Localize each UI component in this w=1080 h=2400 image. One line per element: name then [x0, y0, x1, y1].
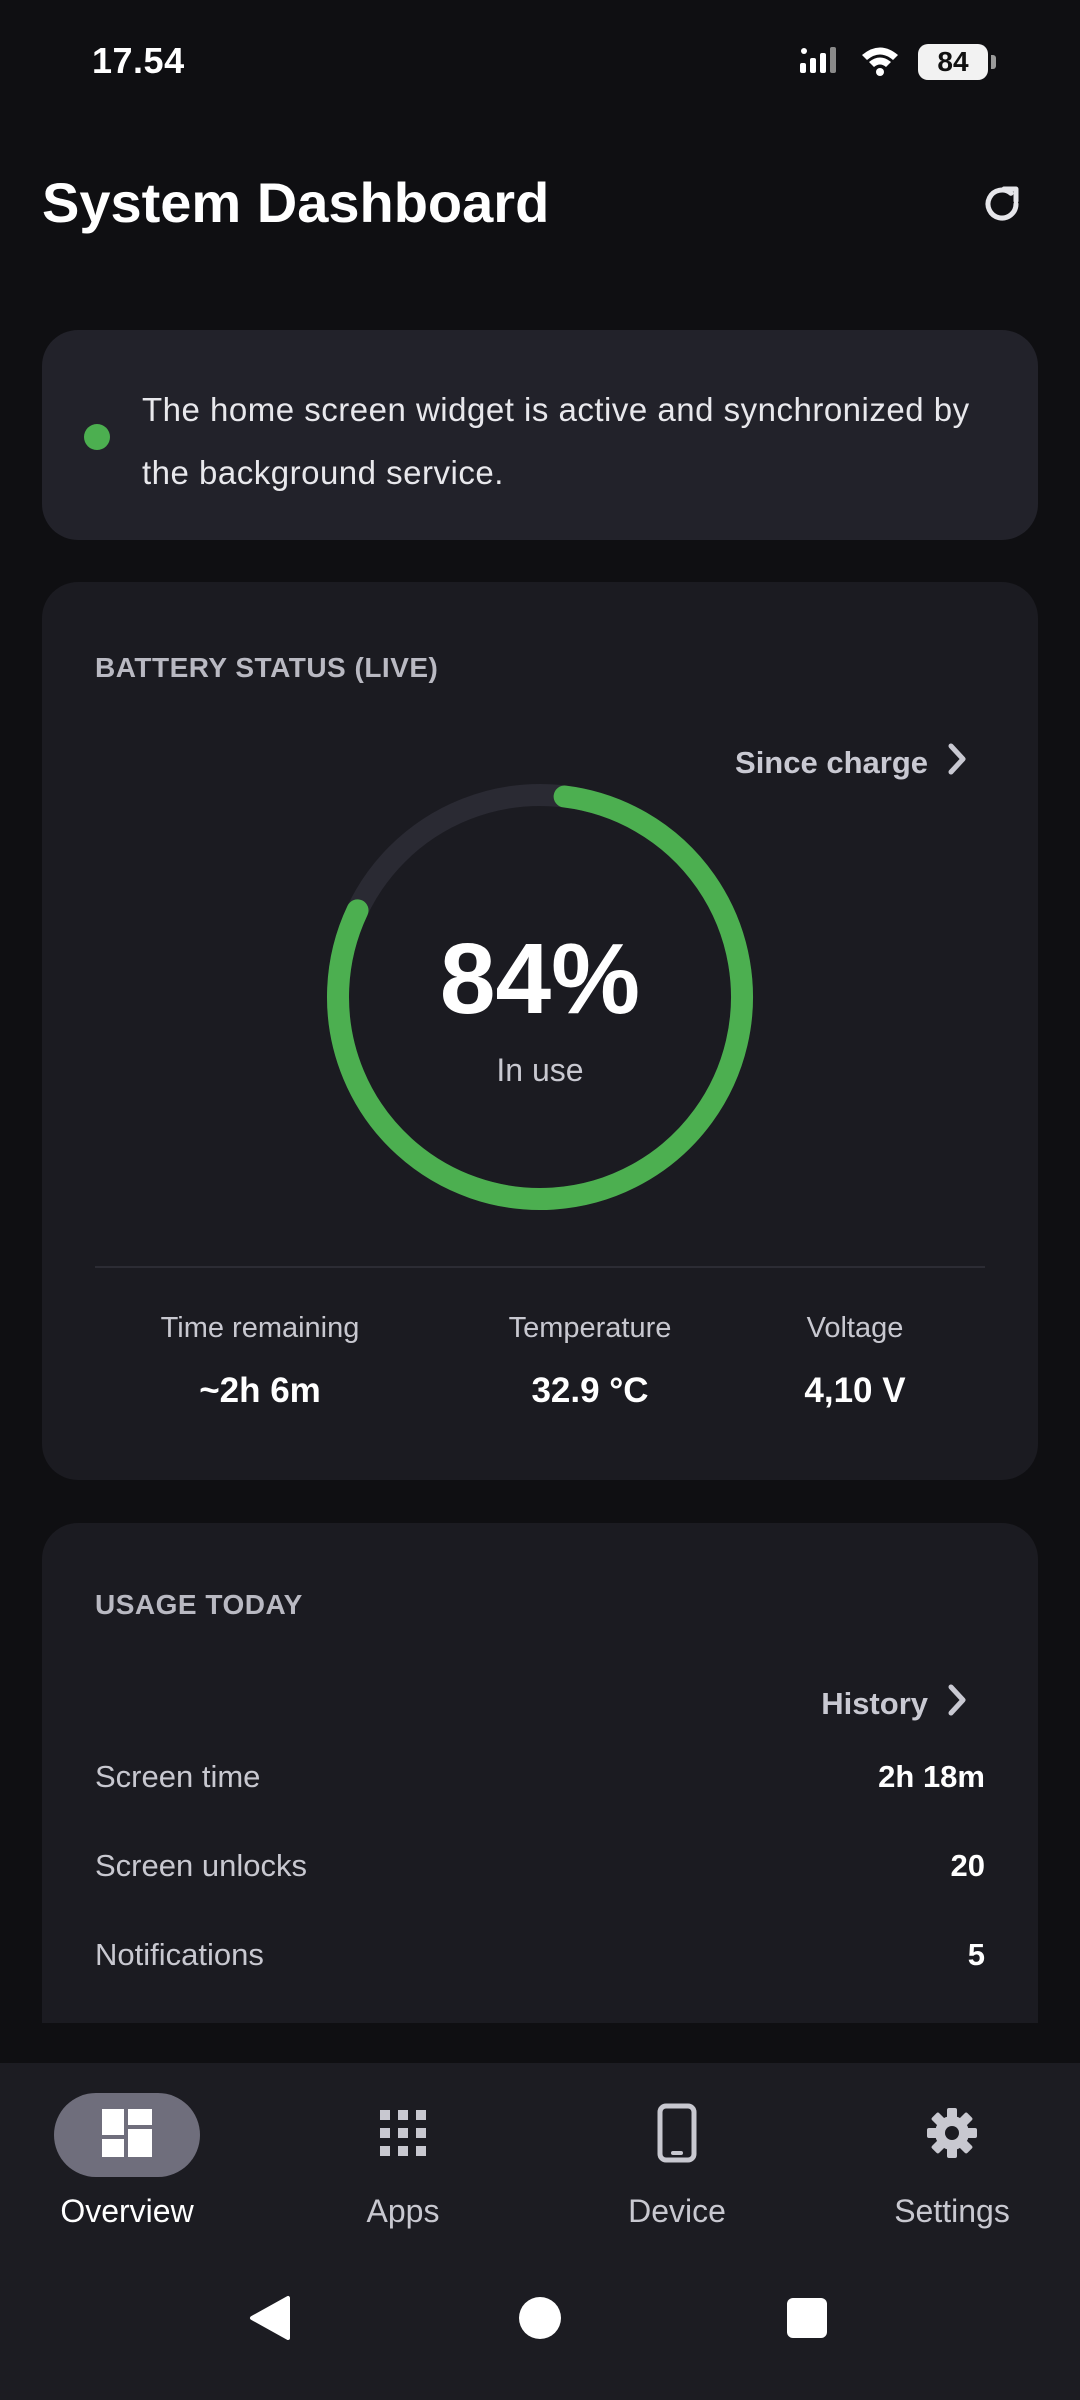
stat-value: 32.9 °C — [531, 1371, 649, 1410]
refresh-icon — [978, 180, 1026, 233]
widget-status-card: The home screen widget is active and syn… — [42, 330, 1038, 540]
battery-section-title: BATTERY STATUS (LIVE) — [95, 652, 439, 683]
phone-icon — [657, 2103, 697, 2168]
status-bar: 17.54 84 — [0, 0, 1080, 120]
stat-value: 4,10 V — [804, 1371, 906, 1410]
battery-percent: 84% — [439, 923, 641, 1035]
usage-value: 2h 18m — [878, 1759, 985, 1794]
usage-label: Screen time — [95, 1759, 261, 1794]
status-icons: 84 — [800, 42, 996, 82]
gear-icon — [925, 2106, 979, 2165]
system-home-button[interactable] — [500, 2280, 580, 2360]
screen: 17.54 84 System Dashboard The home scree… — [0, 0, 1080, 2400]
battery-state: In use — [496, 1052, 584, 1088]
usage-row-notifications: Notifications 5 — [95, 1937, 985, 1973]
nav-item-apps[interactable]: Apps — [303, 2093, 503, 2230]
nav-icon-wrap — [604, 2093, 750, 2177]
dashboard-icon — [102, 2108, 152, 2162]
history-link[interactable]: History — [821, 1683, 968, 1725]
recents-icon — [786, 2297, 828, 2344]
nav-label: Overview — [60, 2193, 194, 2229]
usage-label: Notifications — [95, 1937, 264, 1972]
signal-icon — [800, 45, 842, 80]
status-time: 17.54 — [92, 40, 185, 81]
stat-label: Voltage — [806, 1312, 904, 1344]
battery-status-card: BATTERY STATUS (LIVE) Since charge 84% I… — [42, 582, 1038, 1480]
system-back-button[interactable] — [230, 2280, 310, 2360]
usage-row-screen-unlocks: Screen unlocks 20 — [95, 1848, 985, 1884]
usage-label: Screen unlocks — [95, 1848, 307, 1883]
nav-label: Device — [628, 2193, 726, 2229]
usage-today-card: USAGE TODAY History Screen time 2h 18m S… — [42, 1523, 1038, 2023]
nav-icon-wrap — [879, 2093, 1025, 2177]
apps-grid-icon — [380, 2109, 426, 2161]
stat-time-remaining: Time remaining ~2h 6m — [150, 1312, 370, 1411]
refresh-button[interactable] — [974, 178, 1030, 234]
chevron-right-icon — [946, 1683, 968, 1725]
history-label: History — [821, 1686, 928, 1721]
widget-status-text: The home screen widget is active and syn… — [142, 391, 970, 491]
battery-icon: 84 — [918, 44, 996, 80]
home-icon — [518, 2296, 562, 2345]
nav-label: Apps — [366, 2193, 440, 2229]
usage-section-title: USAGE TODAY — [95, 1589, 303, 1620]
status-dot-icon — [84, 424, 110, 450]
usage-value: 5 — [967, 1937, 985, 1972]
stat-label: Time remaining — [160, 1312, 360, 1344]
divider — [95, 1266, 985, 1268]
stat-temperature: Temperature 32.9 °C — [480, 1312, 700, 1411]
usage-row-screen-time: Screen time 2h 18m — [95, 1759, 985, 1795]
since-charge-link[interactable]: Since charge — [735, 742, 968, 784]
system-navigation-bar — [0, 2280, 1080, 2390]
nav-item-settings[interactable]: Settings — [852, 2093, 1052, 2230]
stat-voltage: Voltage 4,10 V — [770, 1312, 940, 1411]
nav-label: Settings — [894, 2193, 1010, 2229]
chevron-right-icon — [946, 742, 968, 784]
nav-item-device[interactable]: Device — [577, 2093, 777, 2230]
system-recents-button[interactable] — [767, 2280, 847, 2360]
stat-label: Temperature — [508, 1312, 672, 1344]
back-icon — [248, 2294, 292, 2347]
wifi-icon — [860, 44, 900, 81]
nav-icon-wrap — [330, 2093, 476, 2177]
nav-item-overview[interactable]: Overview — [27, 2093, 227, 2230]
usage-value: 20 — [950, 1848, 985, 1883]
stat-value: ~2h 6m — [199, 1371, 321, 1410]
nav-active-indicator — [54, 2093, 200, 2177]
page-title: System Dashboard — [42, 171, 550, 234]
